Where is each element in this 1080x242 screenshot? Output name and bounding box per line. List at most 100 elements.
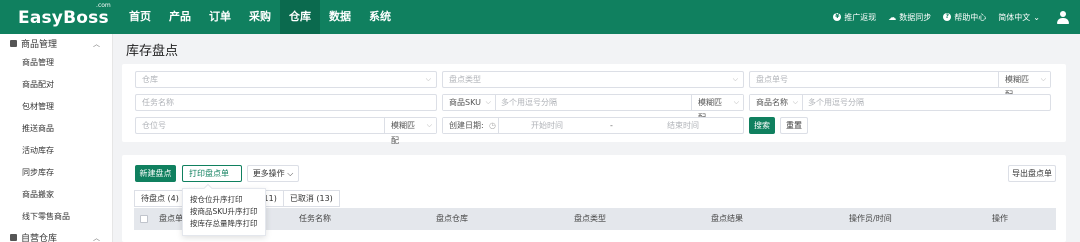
- col-check-type: 盘点类型: [574, 214, 606, 223]
- check-no-input[interactable]: 盘点单号 模糊匹配 ⌵: [749, 71, 1051, 99]
- tab-pending[interactable]: 待盘点 (4): [134, 190, 186, 207]
- print-by-sku-asc[interactable]: 按商品SKU升序打印: [183, 206, 265, 218]
- brand-name: EasyBoss: [18, 8, 109, 28]
- export-button[interactable]: 导出盘点单: [1008, 165, 1056, 182]
- chevron-down-icon: ⌵: [1040, 75, 1046, 83]
- location-match-mode-select[interactable]: 模糊匹配 ⌵: [384, 118, 436, 145]
- check-type-select[interactable]: 盘点类型 ⌵: [442, 71, 744, 88]
- nav-warehouse[interactable]: 仓库: [280, 0, 320, 34]
- col-warehouse: 盘点仓库: [436, 214, 468, 223]
- name-prefix-select[interactable]: 商品名称 ⌵: [750, 95, 803, 110]
- created-date-range[interactable]: 创建日期: ◷ 开始时间 - 结束时间: [442, 117, 744, 134]
- nav-orders[interactable]: 订单: [200, 0, 240, 34]
- print-options-menu: 按仓位升序打印 按商品SKU升序打印 按库存总量降序打印: [182, 183, 266, 236]
- start-time-input[interactable]: 开始时间: [531, 118, 563, 133]
- language-select[interactable]: 简体中文 ⌄: [998, 12, 1040, 23]
- warehouse-icon: [10, 233, 17, 241]
- name-prefix-label: 商品名称: [756, 98, 788, 107]
- sidebar-group-own-warehouse[interactable]: 自营仓库 ︿: [0, 228, 112, 242]
- match-mode-label: 模糊匹配: [391, 121, 415, 145]
- filter-panel: 仓库 ⌵ 盘点类型 ⌵ 盘点单号 模糊匹配 ⌵ 任务名称 商品SKU ⌵ 多个用…: [122, 64, 1066, 145]
- product-icon: [10, 39, 17, 47]
- user-icon[interactable]: [1056, 10, 1070, 24]
- brand-suffix: .com: [96, 2, 111, 9]
- chevron-up-icon: ︿: [93, 234, 100, 242]
- sku-match-mode-select[interactable]: 模糊匹配 ⌵: [691, 95, 743, 122]
- sku-placeholder: 多个用逗号分隔: [501, 98, 557, 107]
- sidebar-item-product-management[interactable]: 商品管理: [0, 52, 112, 74]
- range-separator: -: [610, 121, 613, 130]
- sidebar-group-products[interactable]: 商品管理 ︿: [0, 34, 112, 52]
- warehouse-select[interactable]: 仓库 ⌵: [135, 71, 437, 88]
- sidebar-item-sync-stock[interactable]: 同步库存: [0, 162, 112, 184]
- match-mode-select[interactable]: 模糊匹配 ⌵: [998, 72, 1050, 99]
- sidebar-item-activity-stock[interactable]: 活动库存: [0, 140, 112, 162]
- clock-icon: ◷: [489, 121, 496, 130]
- main-nav: 首页 产品 订单 采购 仓库 数据 系统: [120, 0, 400, 34]
- check-type-placeholder: 盘点类型: [449, 75, 481, 84]
- sync-label: 数据同步: [899, 12, 932, 22]
- sku-prefix-select[interactable]: 商品SKU ⌵: [443, 95, 496, 110]
- promo-link[interactable]: ¥ 推广返现: [833, 12, 876, 23]
- location-placeholder: 仓位号: [142, 121, 166, 130]
- chevron-down-icon: ⌵: [792, 98, 798, 106]
- top-tools: ¥ 推广返现 ☁ 数据同步 ? 帮助中心 简体中文 ⌄: [833, 0, 1070, 34]
- language-label: 简体中文: [998, 12, 1031, 22]
- sku-search-input[interactable]: 商品SKU ⌵ 多个用逗号分隔 模糊匹配 ⌵: [442, 94, 744, 122]
- table-header: 盘点单号 任务名称 盘点仓库 盘点类型 盘点结果 操作员/时间 操作: [134, 208, 1056, 230]
- sidebar-item-offline-retail[interactable]: 线下零售商品: [0, 206, 112, 228]
- select-all-checkbox[interactable]: [140, 215, 148, 223]
- product-name-search-input[interactable]: 商品名称 ⌵ 多个用逗号分隔: [749, 94, 1051, 111]
- end-time-input[interactable]: 结束时间: [667, 118, 699, 133]
- help-icon: ?: [943, 13, 952, 21]
- search-button[interactable]: 搜索: [749, 117, 775, 134]
- sidebar: 商品管理 ︿ 商品管理 商品配对 包材管理 推送商品 活动库存 同步库存 商品搬…: [0, 34, 113, 242]
- help-link[interactable]: ? 帮助中心: [943, 12, 986, 23]
- logo[interactable]: EasyBoss .com: [18, 2, 111, 29]
- tab-cancelled[interactable]: 已取消 (13): [283, 190, 340, 207]
- col-operator-time: 操作员/时间: [849, 214, 892, 223]
- promo-label: 推广返现: [844, 12, 877, 22]
- nav-system[interactable]: 系统: [360, 0, 400, 34]
- more-actions-button[interactable]: 更多操作 ⌵: [247, 165, 299, 182]
- sidebar-item-product-pairing[interactable]: 商品配对: [0, 74, 112, 96]
- chevron-up-icon: ︿: [93, 40, 100, 48]
- print-by-stock-desc[interactable]: 按库存总量降序打印: [183, 218, 265, 230]
- promo-icon: ¥: [833, 13, 842, 21]
- sidebar-group-label: 商品管理: [21, 39, 58, 50]
- nav-data[interactable]: 数据: [320, 0, 360, 34]
- print-check-label: 打印盘点单: [189, 169, 229, 178]
- more-actions-label: 更多操作: [252, 169, 285, 178]
- print-by-location-asc[interactable]: 按仓位升序打印: [183, 194, 265, 206]
- sidebar-group-label: 自营仓库: [21, 233, 58, 242]
- chevron-down-icon: ⌵: [425, 75, 431, 83]
- page-title: 库存盘点: [126, 44, 179, 59]
- col-actions: 操作: [992, 214, 1008, 223]
- chevron-down-icon: ⌵: [426, 121, 432, 129]
- sku-prefix-label: 商品SKU: [449, 98, 481, 107]
- chevron-down-icon: ⌵: [485, 98, 491, 106]
- print-check-button[interactable]: 打印盘点单 ⌵: [182, 165, 242, 193]
- sidebar-item-push-products[interactable]: 推送商品: [0, 118, 112, 140]
- check-no-placeholder: 盘点单号: [756, 75, 788, 84]
- task-name-input[interactable]: 任务名称: [135, 94, 437, 111]
- chevron-down-icon: ⌄: [1033, 12, 1040, 22]
- sidebar-item-packaging[interactable]: 包材管理: [0, 96, 112, 118]
- nav-purchase[interactable]: 采购: [240, 0, 280, 34]
- cloud-icon: ☁: [888, 12, 897, 22]
- top-navbar: EasyBoss .com 首页 产品 订单 采购 仓库 数据 系统 ¥ 推广返…: [0, 0, 1080, 34]
- sync-link[interactable]: ☁ 数据同步: [888, 12, 931, 23]
- col-check-result: 盘点结果: [711, 214, 743, 223]
- name-placeholder: 多个用逗号分隔: [808, 98, 864, 107]
- nav-home[interactable]: 首页: [120, 0, 160, 34]
- warehouse-placeholder: 仓库: [142, 75, 158, 84]
- sidebar-item-move-products[interactable]: 商品搬家: [0, 184, 112, 206]
- location-input[interactable]: 仓位号 模糊匹配 ⌵: [135, 117, 437, 145]
- nav-product[interactable]: 产品: [160, 0, 200, 34]
- reset-button[interactable]: 重置: [780, 117, 808, 134]
- chevron-down-icon: ⌵: [287, 169, 294, 178]
- new-check-button[interactable]: 新建盘点: [135, 165, 176, 182]
- chevron-down-icon: ⌵: [733, 98, 739, 106]
- task-name-placeholder: 任务名称: [142, 98, 174, 107]
- chevron-down-icon: ⌵: [732, 75, 738, 83]
